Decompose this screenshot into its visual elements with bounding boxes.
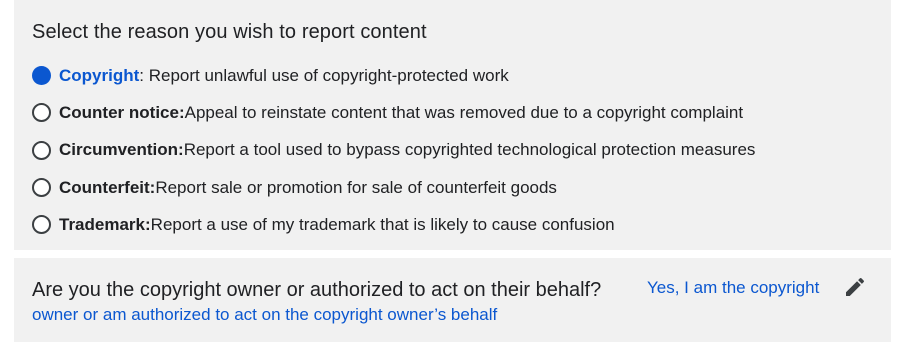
- radio-unselected-icon[interactable]: [32, 178, 51, 198]
- option-name: Copyright: [59, 65, 140, 85]
- reason-option-copyright[interactable]: Copyright: Report unlawful use of copyri…: [32, 57, 755, 94]
- owner-question-text: Are you the copyright owner or authorize…: [32, 279, 602, 301]
- reason-option-trademark[interactable]: Trademark: Report a use of my trademark …: [32, 206, 755, 243]
- reason-section: Select the reason you wish to report con…: [14, 0, 891, 250]
- option-description: Report a use of my trademark that is lik…: [150, 214, 615, 234]
- radio-unselected-icon[interactable]: [32, 140, 51, 160]
- option-description: Report sale or promotion for sale of cou…: [155, 177, 557, 197]
- owner-section: Are you the copyright owner or authorize…: [14, 258, 891, 342]
- radio-unselected-icon[interactable]: [32, 215, 51, 235]
- option-name: Trademark:: [59, 214, 151, 234]
- pencil-icon[interactable]: [843, 275, 867, 299]
- radio-unselected-icon[interactable]: [32, 103, 51, 123]
- option-description: Appeal to reinstate content that was rem…: [184, 102, 744, 122]
- reason-option-counterfeit[interactable]: Counterfeit: Report sale or promotion fo…: [32, 169, 755, 206]
- radio-selected-icon[interactable]: [32, 66, 51, 86]
- option-description: : Report unlawful use of copyright-prote…: [139, 65, 509, 85]
- option-name: Counter notice:: [59, 102, 185, 122]
- option-description: Report a tool used to bypass copyrighted…: [183, 140, 756, 160]
- reason-heading: Select the reason you wish to report con…: [32, 21, 427, 43]
- report-form: Select the reason you wish to report con…: [0, 0, 910, 342]
- reason-option-counter-notice[interactable]: Counter notice: Appeal to reinstate cont…: [32, 94, 755, 131]
- option-name: Counterfeit:: [59, 177, 156, 197]
- owner-answer-link[interactable]: Yes, I am the copyright: [647, 278, 819, 298]
- reason-radio-group: Copyright: Report unlawful use of copyri…: [32, 57, 755, 243]
- reason-option-circumvention[interactable]: Circumvention: Report a tool used to byp…: [32, 132, 755, 169]
- owner-answer-link-continued[interactable]: owner or am authorized to act on the cop…: [32, 305, 497, 325]
- option-name: Circumvention:: [59, 140, 184, 160]
